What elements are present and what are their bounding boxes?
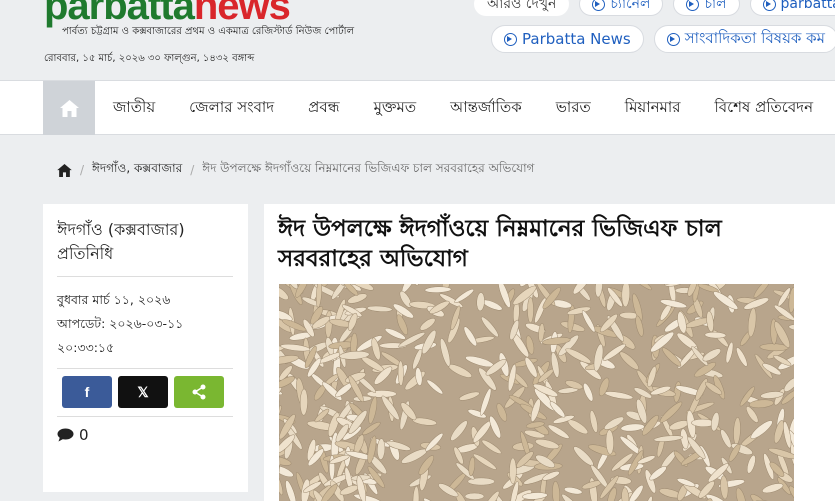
parbatta-news-label: Parbatta News [522,30,631,48]
nav-item-myanmar[interactable]: মিয়ানমার [625,96,715,121]
published-date: বুধবার মার্চ ১১, ২০২৬ [57,292,171,307]
divider [57,416,233,417]
secondary-links: Parbatta News সাংবাদিকতা বিষয়ক কম [491,25,835,53]
home-icon[interactable] [57,163,72,177]
nav-item-special-report[interactable]: বিশেষ প্রতিবেদন [714,96,835,121]
nav-item-district-news[interactable]: জেলার সংবাদ [189,96,308,121]
breadcrumb-separator: / [190,163,195,177]
divider [57,368,233,369]
play-icon [762,0,776,11]
nav-item-essay[interactable]: প্রবন্ধ [308,96,373,121]
play-icon [686,0,700,11]
channel-link[interactable]: চ্যানেল [579,0,664,16]
nav-item-opinion[interactable]: মুক্তমত [374,96,450,121]
play-icon [592,0,606,11]
breadcrumb-separator: / [80,163,85,177]
logo-part2: news [193,0,291,28]
channel-link-label: চ্যানেল [610,0,651,12]
nav-item-international[interactable]: আন্তর্জাতিক [450,96,556,121]
parbatta-link-label: parbatta [780,0,835,12]
article-photo[interactable] [279,284,794,501]
facebook-icon: f [84,384,90,400]
nav-items: জাতীয় জেলার সংবাদ প্রবন্ধ মুক্তমত আন্তর… [113,81,835,135]
facebook-share-button[interactable]: f [62,376,112,408]
nav-item-national[interactable]: জাতীয় [113,96,189,121]
more-link-label: আরও দেখুন [487,0,557,12]
share-icon [192,384,206,400]
site-header: parbatta news পার্বত্য চট্টগ্রাম ও কক্সবা… [0,0,835,80]
comment-count[interactable]: 0 [57,426,89,444]
play-icon [504,32,517,46]
logo-part1: parbatta [44,0,195,28]
article-meta-card: ঈদগাঁও (কক্সবাজার) প্রতিনিধি বুধবার মার্… [43,204,248,492]
author-name[interactable]: ঈদগাঁও (কক্সবাজার) প্রতিনিধি [57,218,235,266]
more-link[interactable]: আরও দেখুন [474,0,570,16]
current-date: রোববার, ১৫ মার্চ, ২০২৬ ৩০ ফাল্গুন, ১৪৩২ … [44,53,255,64]
sharethis-share-button[interactable] [174,376,224,408]
x-share-button[interactable]: 𝕏 [118,376,168,408]
divider [57,276,233,277]
parbatta-news-link[interactable]: Parbatta News [491,25,644,53]
nav-home-button[interactable] [43,81,95,135]
rice-link-label: চাল [704,0,727,12]
main-navbar: জাতীয় জেলার সংবাদ প্রবন্ধ মুক্তমত আন্তর… [0,80,835,135]
top-links: আরও দেখুন চ্যানেল চাল parbatta [474,0,835,16]
breadcrumb: / ঈদগাঁও, কক্সবাজার / ঈদ উপলক্ষে ঈদগাঁওয… [57,160,534,180]
rice-link[interactable]: চাল [673,0,740,16]
journalism-label: সাংবাদিকতা বিষয়ক কম [684,28,825,47]
breadcrumb-section[interactable]: ঈদগাঁও, কক্সবাজার [92,160,182,180]
updated-date: আপডেট: ২০২৬-০৩-১১ ২০:৩৩:১৫ [57,316,184,355]
article-headline: ঈদ উপলক্ষে ঈদগাঁওয়ে নিম্নমানের ভিজিএফ চ… [278,216,722,272]
breadcrumb-current: ঈদ উপলক্ষে ঈদগাঁওয়ে নিম্নমানের ভিজিএফ চ… [202,161,535,175]
parbatta-link[interactable]: parbatta [749,0,835,16]
home-icon [59,99,79,117]
rice-photo [279,284,794,501]
nav-item-india[interactable]: ভারত [556,96,625,121]
comment-icon [57,428,74,442]
journalism-link[interactable]: সাংবাদিকতা বিষয়ক কম [653,25,835,53]
article-dates: বুধবার মার্চ ১১, ২০২৬ আপডেট: ২০২৬-০৩-১১ … [57,288,197,360]
x-icon: 𝕏 [137,383,149,400]
site-tagline: পার্বত্য চট্টগ্রাম ও কক্সবাজারের প্রথম ও… [62,26,355,37]
play-icon [666,32,680,46]
share-buttons: f 𝕏 [62,376,224,408]
article-main: ঈদ উপলক্ষে ঈদগাঁওয়ে নিম্নমানের ভিজিএফ চ… [264,204,835,501]
comment-count-value: 0 [79,426,89,444]
site-logo[interactable]: parbatta news [44,0,291,28]
